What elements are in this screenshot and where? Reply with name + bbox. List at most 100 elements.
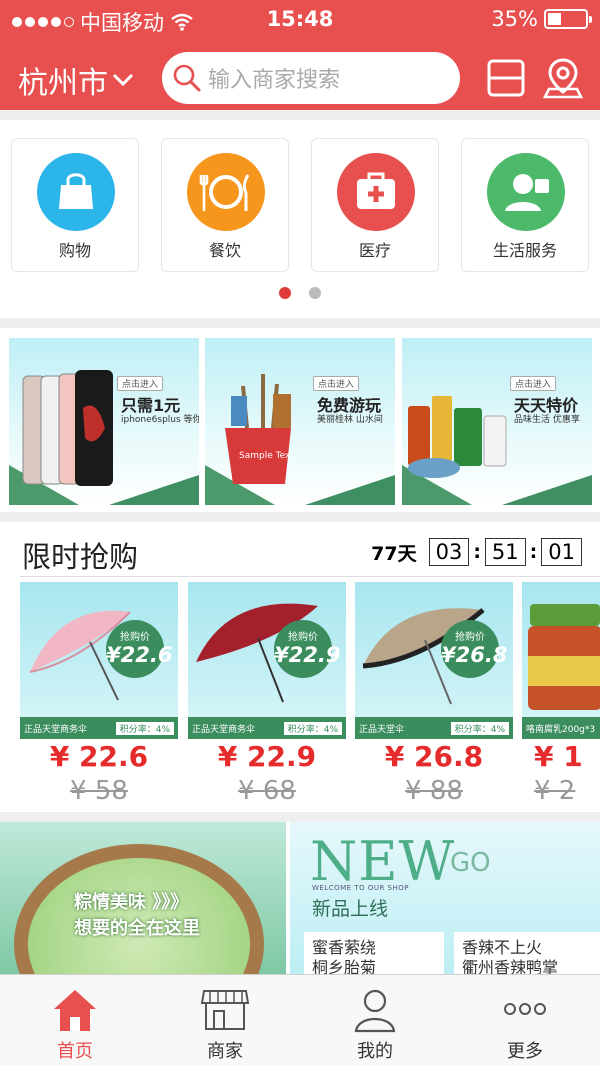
promo-banner-deals[interactable]: 点击进入 天天特价 品味生活 优惠享 <box>402 338 592 505</box>
search-placeholder: 输入商家搜索 <box>208 68 341 93</box>
home-icon <box>54 990 96 1031</box>
original-price: ¥ 88 <box>405 776 463 806</box>
product-card-duck-feet[interactable]: 香辣不上火 衢州香辣鸭掌 <box>454 932 600 974</box>
promo-tag: 点击进入 <box>510 376 557 391</box>
user-icon <box>354 989 396 1033</box>
points-rate: 积分率：4% <box>450 721 509 735</box>
location-pin-icon[interactable] <box>541 56 585 100</box>
flash-sale-section: 限时抢购 77天 03 : 51 : 01 抢购价 ¥22.6 正品天堂商务伞 … <box>0 522 600 812</box>
original-price: ¥ 58 <box>70 776 128 806</box>
storefront-icon <box>200 990 250 1030</box>
countdown-timer: 77天 03 : 51 : 01 <box>371 538 582 566</box>
product-image: 咯南腐乳200g*3 <box>522 582 600 739</box>
product-info-strip: 咯南腐乳200g*3 <box>522 717 600 739</box>
dining-icon <box>187 153 265 231</box>
promo-subtitle: iphone6splus 等你拿 <box>121 415 199 425</box>
flash-price-badge: 抢购价 ¥22.9 <box>274 620 340 678</box>
zongzi-banner[interactable]: 粽情美味 》》》 想要的全在这里 <box>0 822 286 974</box>
sale-price: ¥ 22.6 <box>49 740 149 773</box>
battery-level-fill <box>548 13 561 25</box>
category-label: 餐饮 <box>208 241 241 260</box>
scan-button[interactable] <box>484 56 528 100</box>
status-bar: 中国移动 15:48 35% <box>0 0 600 38</box>
welcome-text: WELCOME TO OUR SHOP <box>312 884 409 892</box>
go-logo-text: GO <box>450 848 491 878</box>
product-image: 抢购价 ¥26.8 正品天堂伞 积分率：4% <box>355 582 513 739</box>
shopping-bag-icon <box>37 153 115 231</box>
header-bar: 中国移动 15:48 35% 杭州市 输入商家搜索 <box>0 0 600 110</box>
product-card[interactable]: 抢购价 ¥26.8 正品天堂伞 积分率：4% ¥ 26.8 ¥ 88 <box>355 582 513 806</box>
search-icon <box>173 64 201 92</box>
tab-merchants[interactable]: 商家 <box>150 975 300 1065</box>
points-rate: 积分率：4% <box>283 721 342 735</box>
flash-sale-title: 限时抢购 <box>22 540 139 574</box>
category-label: 医疗 <box>358 241 391 260</box>
search-bar[interactable]: 输入商家搜索 <box>162 52 460 104</box>
tab-label: 首页 <box>57 1041 93 1062</box>
flash-price-badge: 抢购价 ¥22.6 <box>106 620 172 678</box>
product-info-strip: 正品天堂商务伞 积分率：4% <box>188 717 346 739</box>
banner-headline: 粽情美味 》》》 <box>74 892 189 913</box>
jar-image <box>528 604 600 710</box>
svg-text:Sample Text: Sample Text <box>239 451 294 461</box>
divider <box>20 576 600 577</box>
tab-label: 更多 <box>507 1041 543 1062</box>
product-card[interactable]: 抢购价 ¥22.6 正品天堂商务伞 积分率：4% ¥ 22.6 ¥ 58 <box>20 582 178 806</box>
phone-product-image <box>22 370 113 486</box>
category-dining[interactable]: 餐饮 <box>161 138 289 272</box>
promo-banner-travel[interactable]: Sample Text 点击进入 免费游玩 美丽桂林 山水间 <box>205 338 395 505</box>
product-card[interactable]: 咯南腐乳200g*3 ¥ 1 ¥ 2 <box>522 582 600 806</box>
city-selector[interactable]: 杭州市 <box>18 58 134 102</box>
product-image: 抢购价 ¥22.6 正品天堂商务伞 积分率：4% <box>20 582 178 739</box>
category-label: 购物 <box>58 241 91 260</box>
chevron-down-icon <box>112 73 134 87</box>
city-name: 杭州市 <box>18 66 108 101</box>
product-info-strip: 正品天堂商务伞 积分率：4% <box>20 717 178 739</box>
battery-info: 35% <box>491 7 592 31</box>
product-name: 正品天堂商务伞 <box>24 724 88 735</box>
product-name: 咯南腐乳200g*3 <box>526 724 596 735</box>
product-name: 正品天堂伞 <box>359 724 405 735</box>
promo-banner-iphone[interactable]: 点击进入 只需1元 iphone6splus 等你拿 <box>9 338 199 505</box>
countdown-minutes: 51 <box>484 538 526 566</box>
points-rate: 积分率：4% <box>115 721 174 735</box>
pager-dot-active[interactable] <box>279 287 291 299</box>
category-medical[interactable]: 医疗 <box>311 138 439 272</box>
category-grid: 购物 餐饮 医疗 生活服务 <box>0 120 600 318</box>
promo-subtitle: 美丽桂林 山水间 <box>317 415 383 425</box>
groceries-image <box>408 396 507 478</box>
promo-tag: 点击进入 <box>313 376 360 391</box>
product-name: 正品天堂商务伞 <box>192 724 256 735</box>
product-card[interactable]: 抢购价 ¥22.9 正品天堂商务伞 积分率：4% ¥ 22.9 ¥ 68 <box>188 582 346 806</box>
sale-price: ¥ 22.9 <box>217 740 317 773</box>
more-icon <box>504 1003 546 1015</box>
product-info-strip: 正品天堂伞 积分率：4% <box>355 717 513 739</box>
category-life-services[interactable]: 生活服务 <box>461 138 589 272</box>
feature-banners: 粽情美味 》》》 想要的全在这里 NEW GO WELCOME TO OUR S… <box>0 822 600 974</box>
product-card-chrysanthemum[interactable]: 蜜香萦绕 桐乡胎菊 <box>304 932 444 974</box>
medical-kit-icon <box>337 153 415 231</box>
tab-profile[interactable]: 我的 <box>300 975 450 1065</box>
original-price: ¥ 2 <box>534 776 576 806</box>
banner-subline: 想要的全在这里 <box>74 918 200 939</box>
tab-label: 我的 <box>357 1041 393 1062</box>
tab-label: 商家 <box>207 1041 243 1062</box>
new-products-label: 新品上线 <box>312 898 389 920</box>
new-products-banner[interactable]: NEW GO WELCOME TO OUR SHOP 新品上线 蜜香萦绕 桐乡胎… <box>290 822 600 974</box>
travel-bag-image: Sample Text <box>225 374 294 484</box>
customer-service-icon <box>487 153 565 231</box>
app-screen: 中国移动 15:48 35% 杭州市 输入商家搜索 购物 餐饮 医疗 生活服务 … <box>0 0 600 1065</box>
category-label: 生活服务 <box>492 241 557 260</box>
tab-home[interactable]: 首页 <box>0 975 150 1065</box>
product-image: 抢购价 ¥22.9 正品天堂商务伞 积分率：4% <box>188 582 346 739</box>
promo-banner-row: 点击进入 只需1元 iphone6splus 等你拿 Sample Text 点… <box>0 328 600 512</box>
original-price: ¥ 68 <box>238 776 296 806</box>
sale-price: ¥ 26.8 <box>384 740 484 773</box>
bottom-tab-bar: 首页 商家 我的 更多 <box>0 974 600 1065</box>
category-pager <box>0 287 600 299</box>
tab-more[interactable]: 更多 <box>450 975 600 1065</box>
pager-dot[interactable] <box>309 287 321 299</box>
category-shopping[interactable]: 购物 <box>11 138 139 272</box>
countdown-days: 77天 <box>371 542 417 565</box>
countdown-seconds: 01 <box>541 538 582 566</box>
